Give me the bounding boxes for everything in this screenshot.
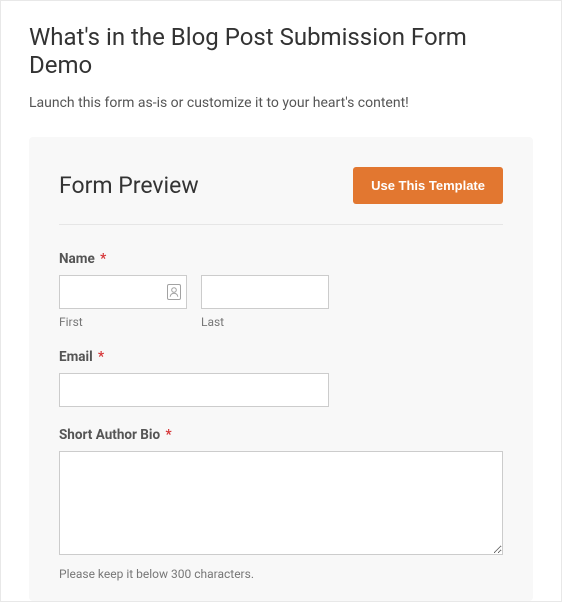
email-label-text: Email [59, 349, 93, 365]
last-sublabel: Last [201, 315, 329, 329]
first-name-wrap [59, 275, 187, 309]
last-name-col: Last [201, 275, 329, 329]
last-name-input[interactable] [201, 275, 329, 309]
email-field: Email * [59, 349, 503, 407]
content-card: What's in the Blog Post Submission Form … [0, 0, 562, 602]
bio-label-text: Short Author Bio [59, 427, 160, 443]
contact-autofill-icon [167, 284, 181, 300]
first-name-col: First [59, 275, 187, 329]
required-mark: * [165, 427, 171, 443]
page-subtitle: Launch this form as-is or customize it t… [29, 95, 533, 111]
card-header: Form Preview Use This Template [59, 167, 503, 204]
name-row: First Last [59, 275, 503, 329]
required-mark: * [98, 349, 104, 365]
name-field: Name * First Last [59, 251, 503, 329]
name-label-text: Name [59, 251, 95, 267]
form-preview-title: Form Preview [59, 172, 199, 199]
required-mark: * [100, 251, 106, 267]
bio-textarea[interactable] [59, 451, 503, 555]
email-label: Email * [59, 349, 503, 365]
bio-field: Short Author Bio * Please keep it below … [59, 427, 503, 581]
form-preview-card: Form Preview Use This Template Name * Fi… [29, 137, 533, 601]
divider [59, 224, 503, 225]
name-label: Name * [59, 251, 503, 267]
email-input[interactable] [59, 373, 329, 407]
bio-helper-text: Please keep it below 300 characters. [59, 567, 503, 581]
bio-label: Short Author Bio * [59, 427, 503, 443]
use-template-button[interactable]: Use This Template [353, 167, 503, 204]
first-sublabel: First [59, 315, 187, 329]
page-title: What's in the Blog Post Submission Form … [29, 23, 533, 79]
